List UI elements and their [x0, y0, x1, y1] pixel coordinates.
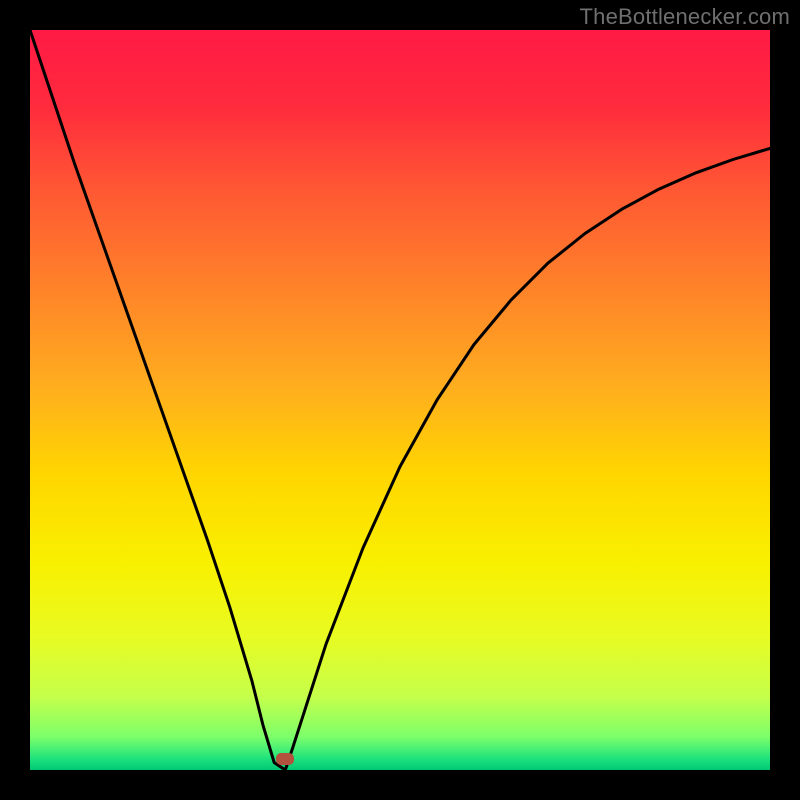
chart-svg — [0, 0, 800, 800]
chart-frame: TheBottlenecker.com — [0, 0, 800, 800]
optimal-point-marker — [276, 753, 294, 765]
watermark-text: TheBottlenecker.com — [580, 4, 790, 30]
plot-background — [30, 30, 770, 770]
